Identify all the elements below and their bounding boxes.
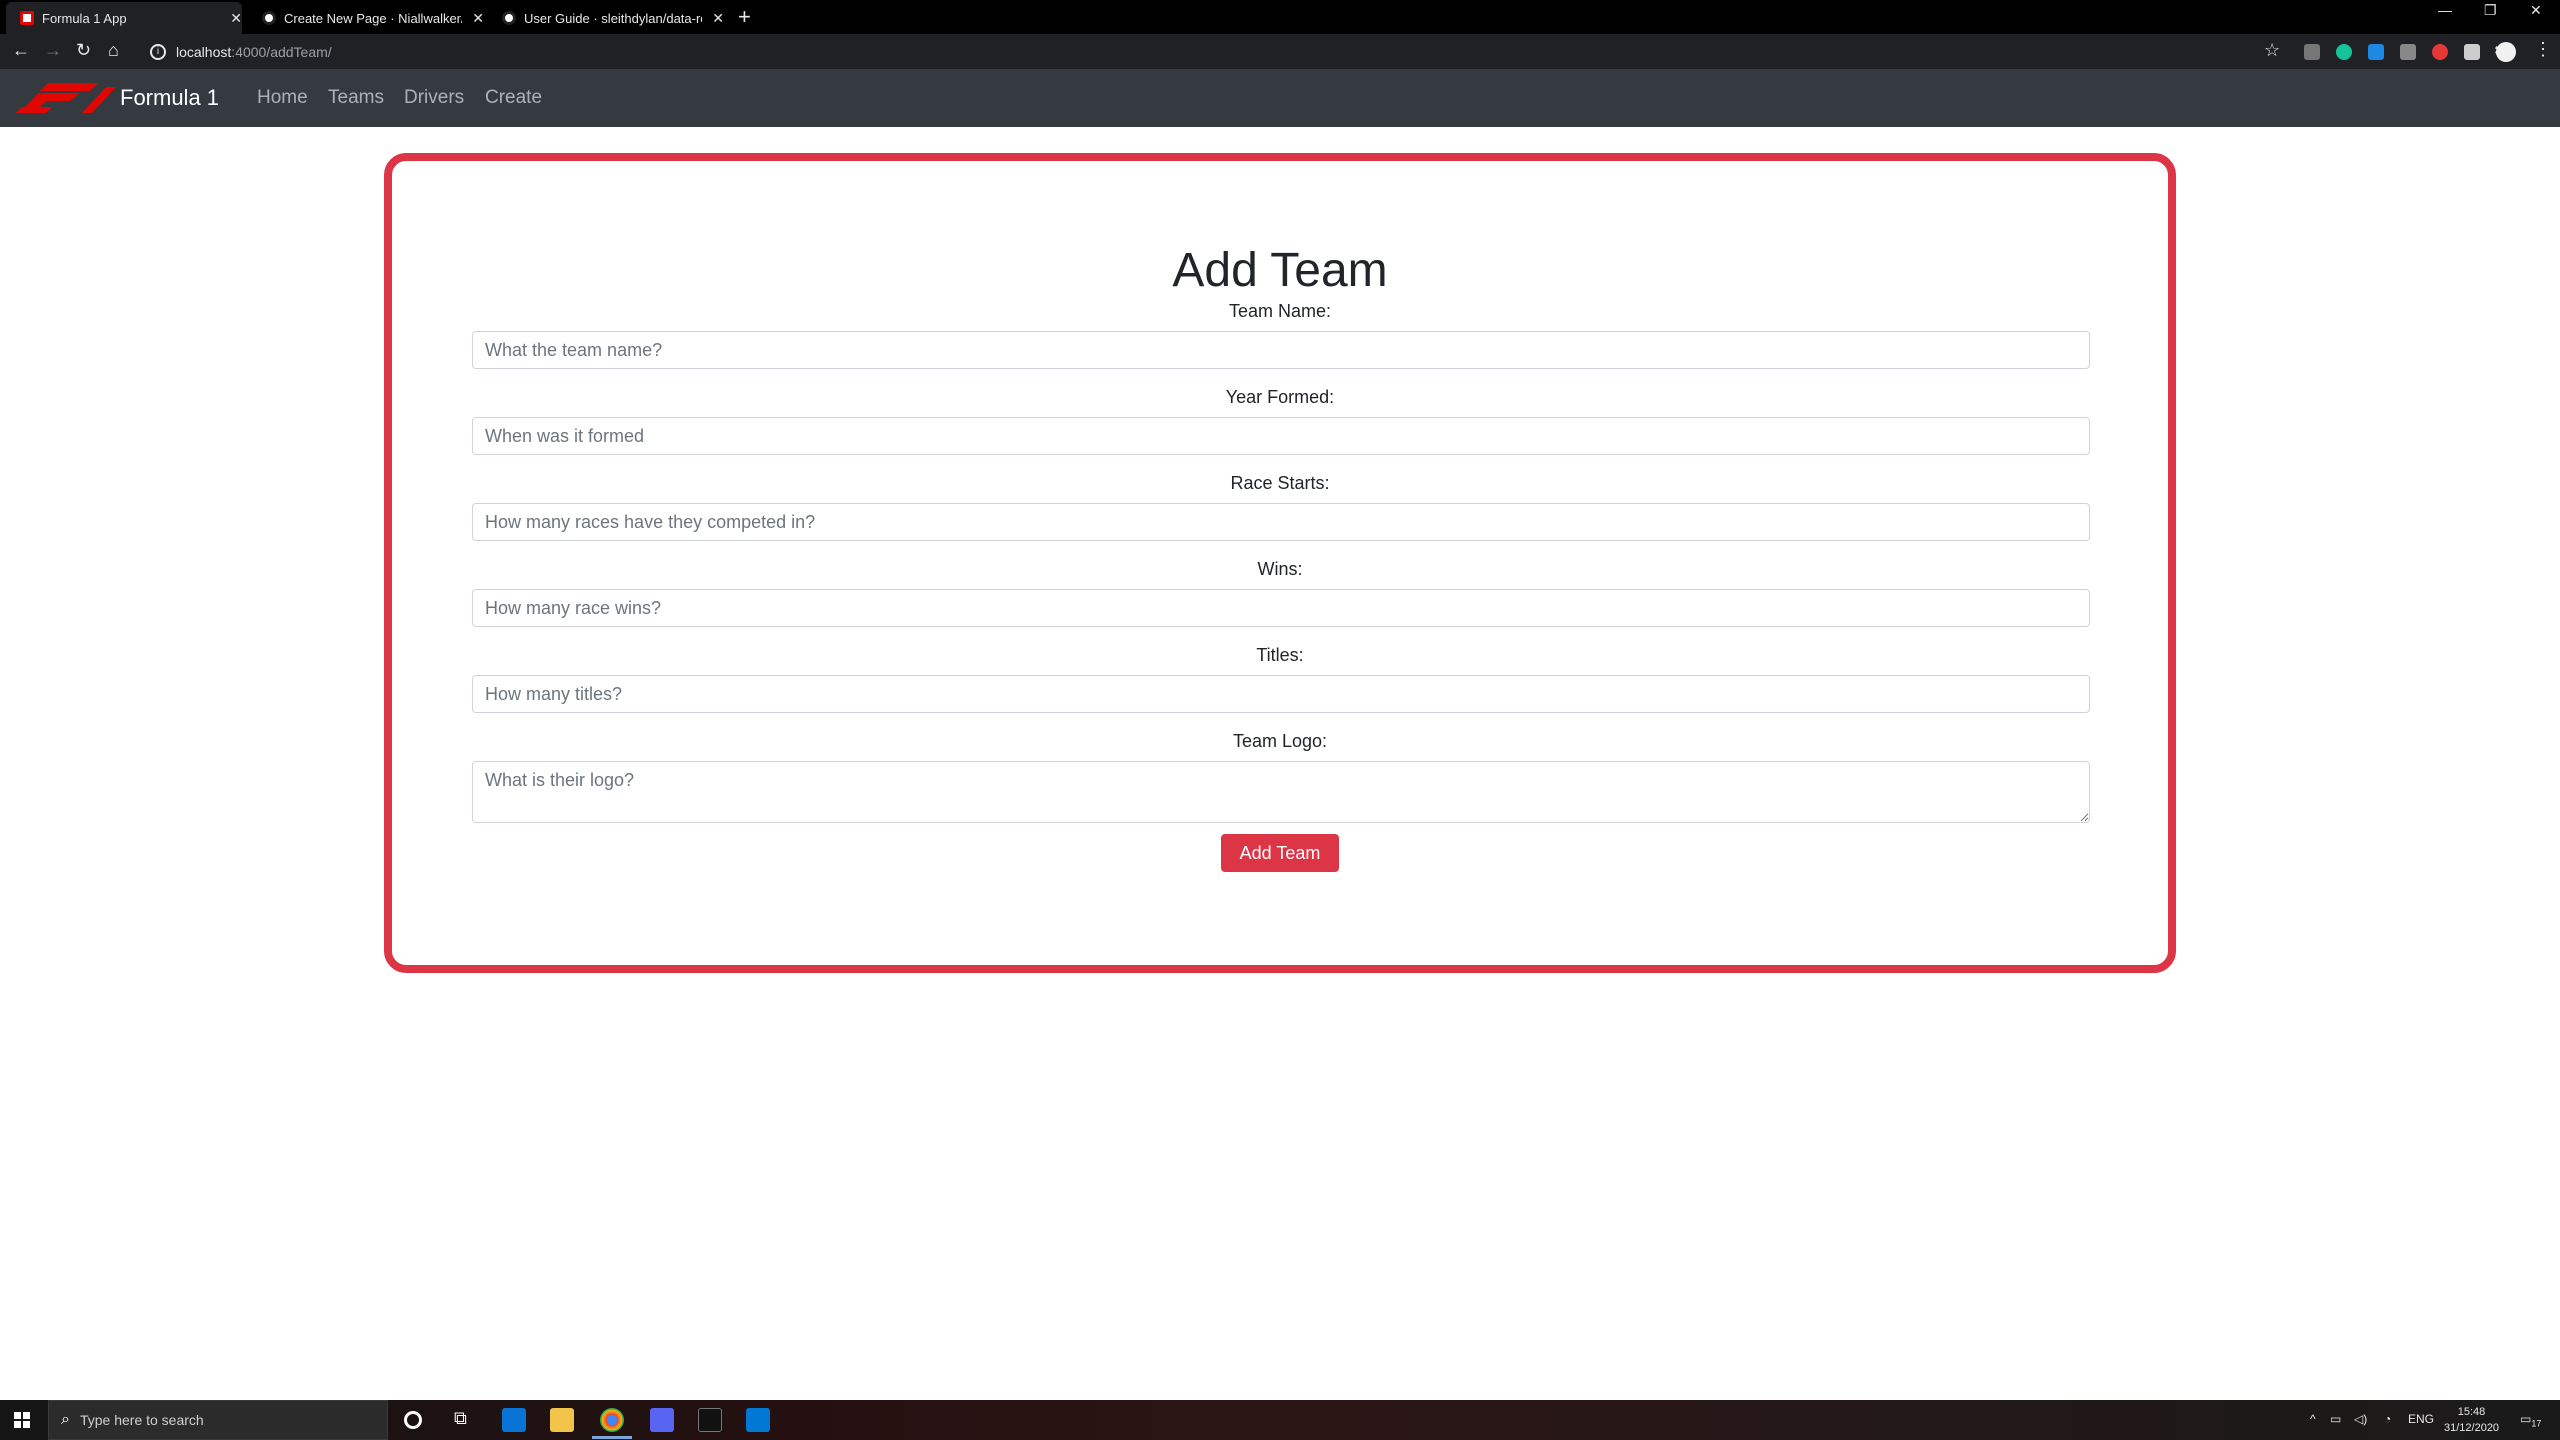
search-icon: ⌕ xyxy=(61,1411,70,1428)
wins-label: Wins: xyxy=(1257,559,1303,579)
show-hidden-icons[interactable]: ^ xyxy=(2310,1412,2316,1426)
extension-icon[interactable] xyxy=(2400,44,2416,60)
discord-icon[interactable] xyxy=(650,1408,674,1432)
address-bar[interactable]: i localhost:4000/addTeam/ xyxy=(142,38,2282,65)
f1-logo-icon[interactable] xyxy=(16,83,116,113)
url-path: :4000/addTeam/ xyxy=(231,43,332,60)
nav-drivers-link[interactable]: Drivers xyxy=(404,87,464,109)
site-navbar: Formula 1 Home Teams Drivers Create xyxy=(0,69,2560,127)
clock-date: 31/12/2020 xyxy=(2444,1422,2500,1434)
cortana-icon[interactable] xyxy=(404,1411,422,1429)
site-info-icon[interactable]: i xyxy=(150,43,166,60)
browser-menu-icon[interactable]: ⋮ xyxy=(2534,39,2552,60)
close-tab-icon[interactable]: ✕ xyxy=(712,10,724,27)
page-title: Add Team xyxy=(1172,244,1388,297)
tab-formula1-app[interactable]: Formula 1 App ✕ xyxy=(6,2,242,34)
team-name-input[interactable] xyxy=(472,331,2090,369)
task-view-icon[interactable]: ⧉ xyxy=(454,1408,478,1432)
add-team-button[interactable]: Add Team xyxy=(1221,834,1339,872)
chrome-icon[interactable] xyxy=(600,1408,624,1432)
github-favicon-icon xyxy=(502,11,516,25)
network-icon[interactable]: ◔ xyxy=(2384,1412,2391,1426)
nav-home-link[interactable]: Home xyxy=(257,87,308,109)
url-host: localhost xyxy=(176,43,232,60)
nav-teams-link[interactable]: Teams xyxy=(328,87,384,109)
restore-icon[interactable]: ❐ xyxy=(2484,2,2497,19)
grammarly-icon[interactable] xyxy=(2336,44,2352,60)
year-formed-input[interactable] xyxy=(472,417,2090,455)
github-favicon-icon xyxy=(262,11,276,25)
windows-taskbar: ⌕ Type here to search ⧉ ^ ▭ ◁) ◔ ENG 15:… xyxy=(0,1400,2560,1440)
close-window-icon[interactable]: ✕ xyxy=(2530,2,2542,19)
tab-title: User Guide · sleithdylan/data-rep xyxy=(524,10,703,26)
titles-label: Titles: xyxy=(1256,645,1304,665)
close-tab-icon[interactable]: ✕ xyxy=(230,10,242,27)
team-logo-label: Team Logo: xyxy=(1232,731,1328,751)
year-formed-label: Year Formed: xyxy=(1225,387,1335,407)
extension-icon[interactable] xyxy=(2432,44,2448,60)
back-icon[interactable]: ← xyxy=(12,40,30,61)
tab-title: Formula 1 App xyxy=(42,10,127,26)
taskbar-clock[interactable]: 15:48 31/12/2020 xyxy=(2444,1404,2499,1436)
minimize-icon[interactable]: — xyxy=(2438,2,2452,18)
language-indicator[interactable]: ENG xyxy=(2408,1412,2434,1426)
windows-start-icon[interactable] xyxy=(14,1412,30,1428)
profile-avatar[interactable] xyxy=(2496,42,2516,62)
clock-time: 15:48 xyxy=(2457,1406,2486,1418)
new-tab-button[interactable]: + xyxy=(738,4,751,30)
race-starts-label: Race Starts: xyxy=(1230,473,1330,493)
notification-count: 17 xyxy=(2531,1418,2542,1429)
notifications-icon[interactable]: ▭17 xyxy=(2520,1412,2541,1428)
team-logo-textarea[interactable] xyxy=(472,761,2090,823)
taskbar-search[interactable]: ⌕ Type here to search xyxy=(48,1400,388,1440)
volume-icon[interactable]: ◁) xyxy=(2354,1412,2367,1426)
extension-icon[interactable] xyxy=(2304,44,2320,60)
active-app-indicator xyxy=(592,1436,632,1439)
tab-user-guide[interactable]: User Guide · sleithdylan/data-rep ✕ xyxy=(488,2,724,34)
wins-input[interactable] xyxy=(472,589,2090,627)
nav-create-link[interactable]: Create xyxy=(485,87,542,109)
browser-toolbar: ← → ↻ ⌂ i localhost:4000/addTeam/ ☆ ✱ ⋮ xyxy=(0,34,2560,69)
tab-create-new-page[interactable]: Create New Page · Niallwalker/D ✕ xyxy=(248,2,484,34)
battery-icon[interactable]: ▭ xyxy=(2330,1412,2341,1426)
race-starts-input[interactable] xyxy=(472,503,2090,541)
site-brand[interactable]: Formula 1 xyxy=(120,85,219,111)
f1-favicon-icon xyxy=(20,11,34,25)
vscode-icon[interactable] xyxy=(746,1408,770,1432)
titles-input[interactable] xyxy=(472,675,2090,713)
terminal-icon[interactable] xyxy=(698,1408,722,1432)
tab-title: Create New Page · Niallwalker/D xyxy=(284,10,463,26)
team-name-label: Team Name: xyxy=(1228,301,1332,321)
extension-icon[interactable] xyxy=(2464,44,2480,60)
bookmark-star-icon[interactable]: ☆ xyxy=(2264,40,2280,61)
extension-icon[interactable] xyxy=(2368,44,2384,60)
reload-icon[interactable]: ↻ xyxy=(76,40,91,61)
mail-icon[interactable] xyxy=(502,1408,526,1432)
add-team-card: Add Team Team Name: Year Formed: Race St… xyxy=(384,153,2176,973)
browser-tab-bar: Formula 1 App ✕ Create New Page · Niallw… xyxy=(0,0,2560,34)
file-explorer-icon[interactable] xyxy=(550,1408,574,1432)
search-placeholder: Type here to search xyxy=(79,1412,204,1428)
forward-icon[interactable]: → xyxy=(44,40,62,61)
close-tab-icon[interactable]: ✕ xyxy=(472,10,484,27)
home-icon[interactable]: ⌂ xyxy=(108,40,119,61)
